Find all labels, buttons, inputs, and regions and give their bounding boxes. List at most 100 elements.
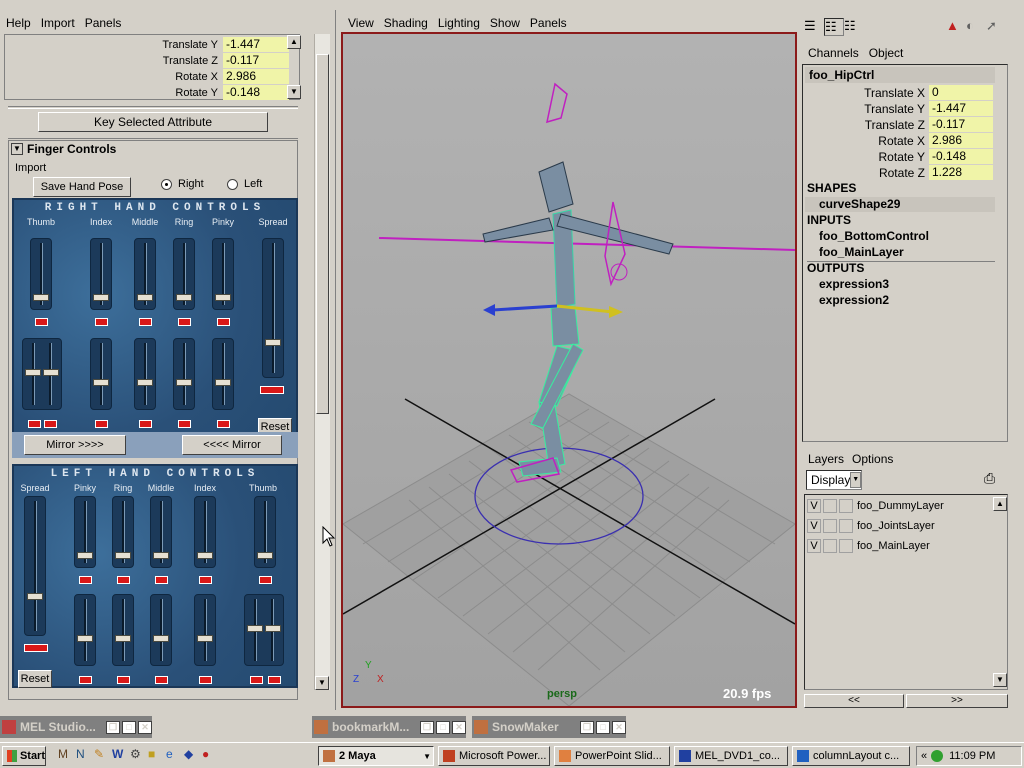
key-button[interactable] bbox=[217, 420, 230, 428]
menu-panels[interactable]: Panels bbox=[530, 16, 567, 30]
media-icon[interactable]: ◆ bbox=[184, 747, 202, 765]
layer-row[interactable]: V foo_DummyLayer bbox=[807, 497, 944, 515]
folder-icon[interactable]: ■ bbox=[148, 747, 166, 765]
pencil-icon[interactable]: ✎ bbox=[94, 747, 112, 765]
key-button[interactable] bbox=[199, 576, 212, 584]
maya-quicklaunch-icon[interactable]: M bbox=[58, 747, 76, 765]
key-button[interactable] bbox=[79, 576, 92, 584]
channel-field[interactable]: 0 bbox=[929, 85, 993, 100]
slider-middle-bottom[interactable] bbox=[150, 594, 172, 666]
slider-thumb-top[interactable] bbox=[30, 238, 52, 310]
layer-color-icon[interactable] bbox=[839, 539, 853, 553]
key-button[interactable] bbox=[44, 420, 57, 428]
slider-index-bottom[interactable] bbox=[90, 338, 112, 410]
maximize-icon[interactable]: □ bbox=[122, 720, 136, 734]
3d-viewport[interactable]: Y Z X persp 20.9 fps bbox=[341, 32, 797, 708]
menu-panels[interactable]: Panels bbox=[85, 16, 122, 30]
task-maya[interactable]: 2 Maya ▼ bbox=[318, 746, 434, 766]
slider-spread[interactable] bbox=[262, 238, 284, 378]
maximize-icon[interactable]: □ bbox=[436, 720, 450, 734]
key-button[interactable] bbox=[95, 420, 108, 428]
slider-index-top[interactable] bbox=[194, 496, 216, 568]
slider-ring-bottom[interactable] bbox=[173, 338, 195, 410]
key-button[interactable] bbox=[79, 676, 92, 684]
key-button[interactable] bbox=[24, 644, 48, 652]
arm-control-line[interactable] bbox=[378, 237, 795, 251]
start-button[interactable]: Start bbox=[2, 746, 46, 766]
key-selected-attribute-button[interactable]: Key Selected Attribute bbox=[38, 112, 268, 132]
move-manipulator-x[interactable] bbox=[492, 304, 558, 312]
output-item[interactable]: expression2 bbox=[819, 293, 889, 307]
template-toggle[interactable] bbox=[823, 499, 837, 513]
finger-import-label[interactable]: Import bbox=[15, 162, 46, 174]
key-button[interactable] bbox=[95, 318, 108, 326]
channel-field[interactable]: -0.148 bbox=[929, 149, 993, 164]
word-icon[interactable]: W bbox=[112, 747, 130, 765]
key-button[interactable] bbox=[217, 318, 230, 326]
output-item[interactable]: expression3 bbox=[819, 277, 889, 291]
slider-ring-top[interactable] bbox=[173, 238, 195, 310]
key-button[interactable] bbox=[178, 420, 191, 428]
layer-row[interactable]: V foo_MainLayer bbox=[807, 537, 930, 555]
tray-expand-icon[interactable]: « bbox=[921, 750, 927, 762]
slider-middle-top[interactable] bbox=[150, 496, 172, 568]
template-toggle[interactable] bbox=[823, 519, 837, 533]
key-button[interactable] bbox=[139, 318, 152, 326]
key-button[interactable] bbox=[155, 676, 168, 684]
scroll-down-arrow[interactable]: ▼ bbox=[287, 85, 301, 99]
mirror-left-button[interactable]: <<<< Mirror bbox=[182, 435, 282, 455]
attr-field[interactable]: -0.117 bbox=[223, 53, 289, 68]
record-icon[interactable]: ● bbox=[202, 747, 220, 765]
key-button[interactable] bbox=[268, 676, 281, 684]
tab-object[interactable]: Object bbox=[869, 46, 904, 60]
restore-icon[interactable]: ❐ bbox=[106, 720, 120, 734]
key-button[interactable] bbox=[260, 386, 284, 394]
slider-thumb-top[interactable] bbox=[254, 496, 276, 568]
radio-right[interactable]: Right bbox=[161, 178, 204, 190]
key-button[interactable] bbox=[199, 676, 212, 684]
slider-pinky-bottom[interactable] bbox=[212, 338, 234, 410]
netscape-icon[interactable]: N bbox=[76, 747, 94, 765]
key-button[interactable] bbox=[155, 576, 168, 584]
minimized-window[interactable]: bookmarkM... ❐ □ ✕ bbox=[312, 716, 466, 738]
collapse-arrow-icon[interactable]: ▼ bbox=[11, 143, 23, 155]
layer-name[interactable]: foo_MainLayer bbox=[857, 540, 930, 552]
attr-field[interactable]: 2.986 bbox=[223, 69, 289, 84]
menu-layers[interactable]: Layers bbox=[808, 452, 844, 466]
attr-field[interactable]: -1.447 bbox=[223, 37, 289, 52]
slider-spread[interactable] bbox=[24, 496, 46, 636]
minimized-window[interactable]: MEL Studio... ❐ □ ✕ bbox=[0, 716, 152, 738]
key-button[interactable] bbox=[259, 576, 272, 584]
slider-ring-bottom[interactable] bbox=[112, 594, 134, 666]
channel-box-icon[interactable]: ☷ bbox=[824, 18, 844, 36]
key-button[interactable] bbox=[35, 318, 48, 326]
channel-field[interactable]: 1.228 bbox=[929, 165, 993, 180]
reset-left-button[interactable]: Reset bbox=[18, 670, 52, 688]
task-columnlayout[interactable]: columnLayout c... bbox=[792, 746, 910, 766]
minimized-window[interactable]: SnowMaker ❐ □ ✕ bbox=[472, 716, 626, 738]
restore-icon[interactable]: ❐ bbox=[580, 720, 594, 734]
slider-pinky-bottom[interactable] bbox=[74, 594, 96, 666]
display-dropdown[interactable]: Display ▼ bbox=[806, 470, 862, 490]
close-icon[interactable]: ✕ bbox=[138, 720, 152, 734]
attr-field[interactable]: -0.148 bbox=[223, 85, 289, 100]
menu-options[interactable]: Options bbox=[852, 452, 893, 466]
key-button[interactable] bbox=[250, 676, 263, 684]
menu-view[interactable]: View bbox=[348, 16, 374, 30]
restore-icon[interactable]: ❐ bbox=[420, 720, 434, 734]
slider-index-top[interactable] bbox=[90, 238, 112, 310]
radio-left[interactable]: Left bbox=[227, 178, 262, 190]
new-layer-icon[interactable]: ⎙ bbox=[984, 470, 1006, 490]
channel-field[interactable]: -1.447 bbox=[929, 101, 993, 116]
left-panel-scrollbar[interactable] bbox=[314, 34, 330, 690]
layer-color-icon[interactable] bbox=[839, 499, 853, 513]
ik-control[interactable] bbox=[604, 201, 626, 287]
menu-import[interactable]: Import bbox=[41, 16, 75, 30]
layers-next-button[interactable]: >> bbox=[906, 694, 1008, 708]
tools-icon[interactable]: ⚙ bbox=[130, 747, 148, 765]
task-mel-dvd[interactable]: MEL_DVD1_co... bbox=[674, 746, 788, 766]
close-icon[interactable]: ✕ bbox=[452, 720, 466, 734]
layers-prev-button[interactable]: << bbox=[804, 694, 904, 708]
menu-shading[interactable]: Shading bbox=[384, 16, 428, 30]
menu-show[interactable]: Show bbox=[490, 16, 520, 30]
